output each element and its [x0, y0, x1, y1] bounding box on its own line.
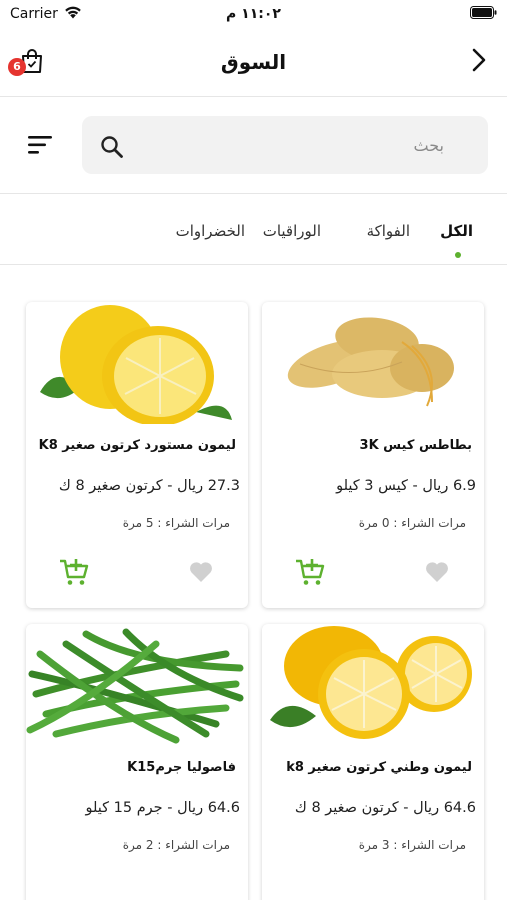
- product-name: ليمون مستورد كرتون صغير K8: [38, 438, 236, 453]
- purchase-count: مرات الشراء : 0 مرة: [358, 516, 466, 530]
- back-button[interactable]: [465, 44, 493, 76]
- product-name: بطاطس كيس 3K: [359, 438, 472, 453]
- local-lemon-image: [270, 626, 472, 739]
- search-input[interactable]: [144, 116, 474, 174]
- add-to-cart-icon: [60, 559, 89, 585]
- search-icon: [101, 136, 123, 158]
- product-card[interactable]: فاصوليا جرمK15 64.6 ريال - جرم 15 كيلو م…: [26, 624, 248, 900]
- search-divider: [0, 193, 507, 194]
- product-price: 64.6 ريال - كرتون صغير 8 ك: [294, 800, 476, 816]
- purchase-count: مرات الشراء : 5 مرة: [122, 516, 230, 530]
- product-price: 27.3 ريال - كرتون صغير 8 ك: [58, 478, 240, 494]
- product-card[interactable]: ليمون مستورد كرتون صغير K8 27.3 ريال - ك…: [26, 302, 248, 608]
- product-name: فاصوليا جرمK15: [127, 760, 236, 775]
- purchase-count: مرات الشراء : 2 مرة: [122, 838, 230, 852]
- add-to-cart-button[interactable]: [294, 556, 326, 588]
- green-beans-image: [26, 628, 244, 744]
- tab-all[interactable]: الكل: [440, 222, 473, 240]
- favorite-button[interactable]: [188, 560, 214, 584]
- product-price: 64.6 ريال - جرم 15 كيلو: [85, 800, 240, 816]
- favorite-button[interactable]: [424, 560, 450, 584]
- tab-leafy-greens[interactable]: الوراقيات: [263, 222, 321, 240]
- nav-bar: 6 السوق: [0, 28, 507, 96]
- search-row: [0, 116, 507, 174]
- page-title: السوق: [220, 50, 287, 74]
- tab-vegetables[interactable]: الخضراوات: [176, 222, 245, 240]
- potatoes-image: [287, 317, 454, 407]
- filter-icon: [28, 136, 52, 154]
- active-tab-indicator: [455, 252, 461, 258]
- imported-lemon-image: [40, 305, 232, 424]
- add-to-cart-button[interactable]: [58, 556, 90, 588]
- header-divider: [0, 96, 507, 97]
- heart-icon: [190, 562, 212, 582]
- heart-icon: [426, 562, 448, 582]
- tab-fruits[interactable]: الفواكة: [367, 222, 410, 240]
- product-name: ليمون وطني كرتون صغير k8: [286, 760, 472, 775]
- filter-button[interactable]: [26, 132, 56, 158]
- status-bar: Carrier ١١:٠٢ م: [0, 0, 507, 28]
- product-price: 6.9 ريال - كيس 3 كيلو: [336, 478, 476, 494]
- purchase-count: مرات الشراء : 3 مرة: [358, 838, 466, 852]
- add-to-cart-icon: [296, 559, 325, 585]
- status-time: ١١:٠٢ م: [226, 6, 281, 22]
- chevron-right-icon: [472, 48, 486, 72]
- search-box[interactable]: [82, 116, 488, 174]
- tabs-divider: [0, 264, 507, 265]
- battery-icon: [470, 6, 497, 19]
- category-tabs: الكل الفواكة الوراقيات الخضراوات: [0, 196, 507, 264]
- product-card[interactable]: ليمون وطني كرتون صغير k8 64.6 ريال - كرت…: [262, 624, 484, 900]
- product-card[interactable]: بطاطس كيس 3K 6.9 ريال - كيس 3 كيلو مرات …: [262, 302, 484, 608]
